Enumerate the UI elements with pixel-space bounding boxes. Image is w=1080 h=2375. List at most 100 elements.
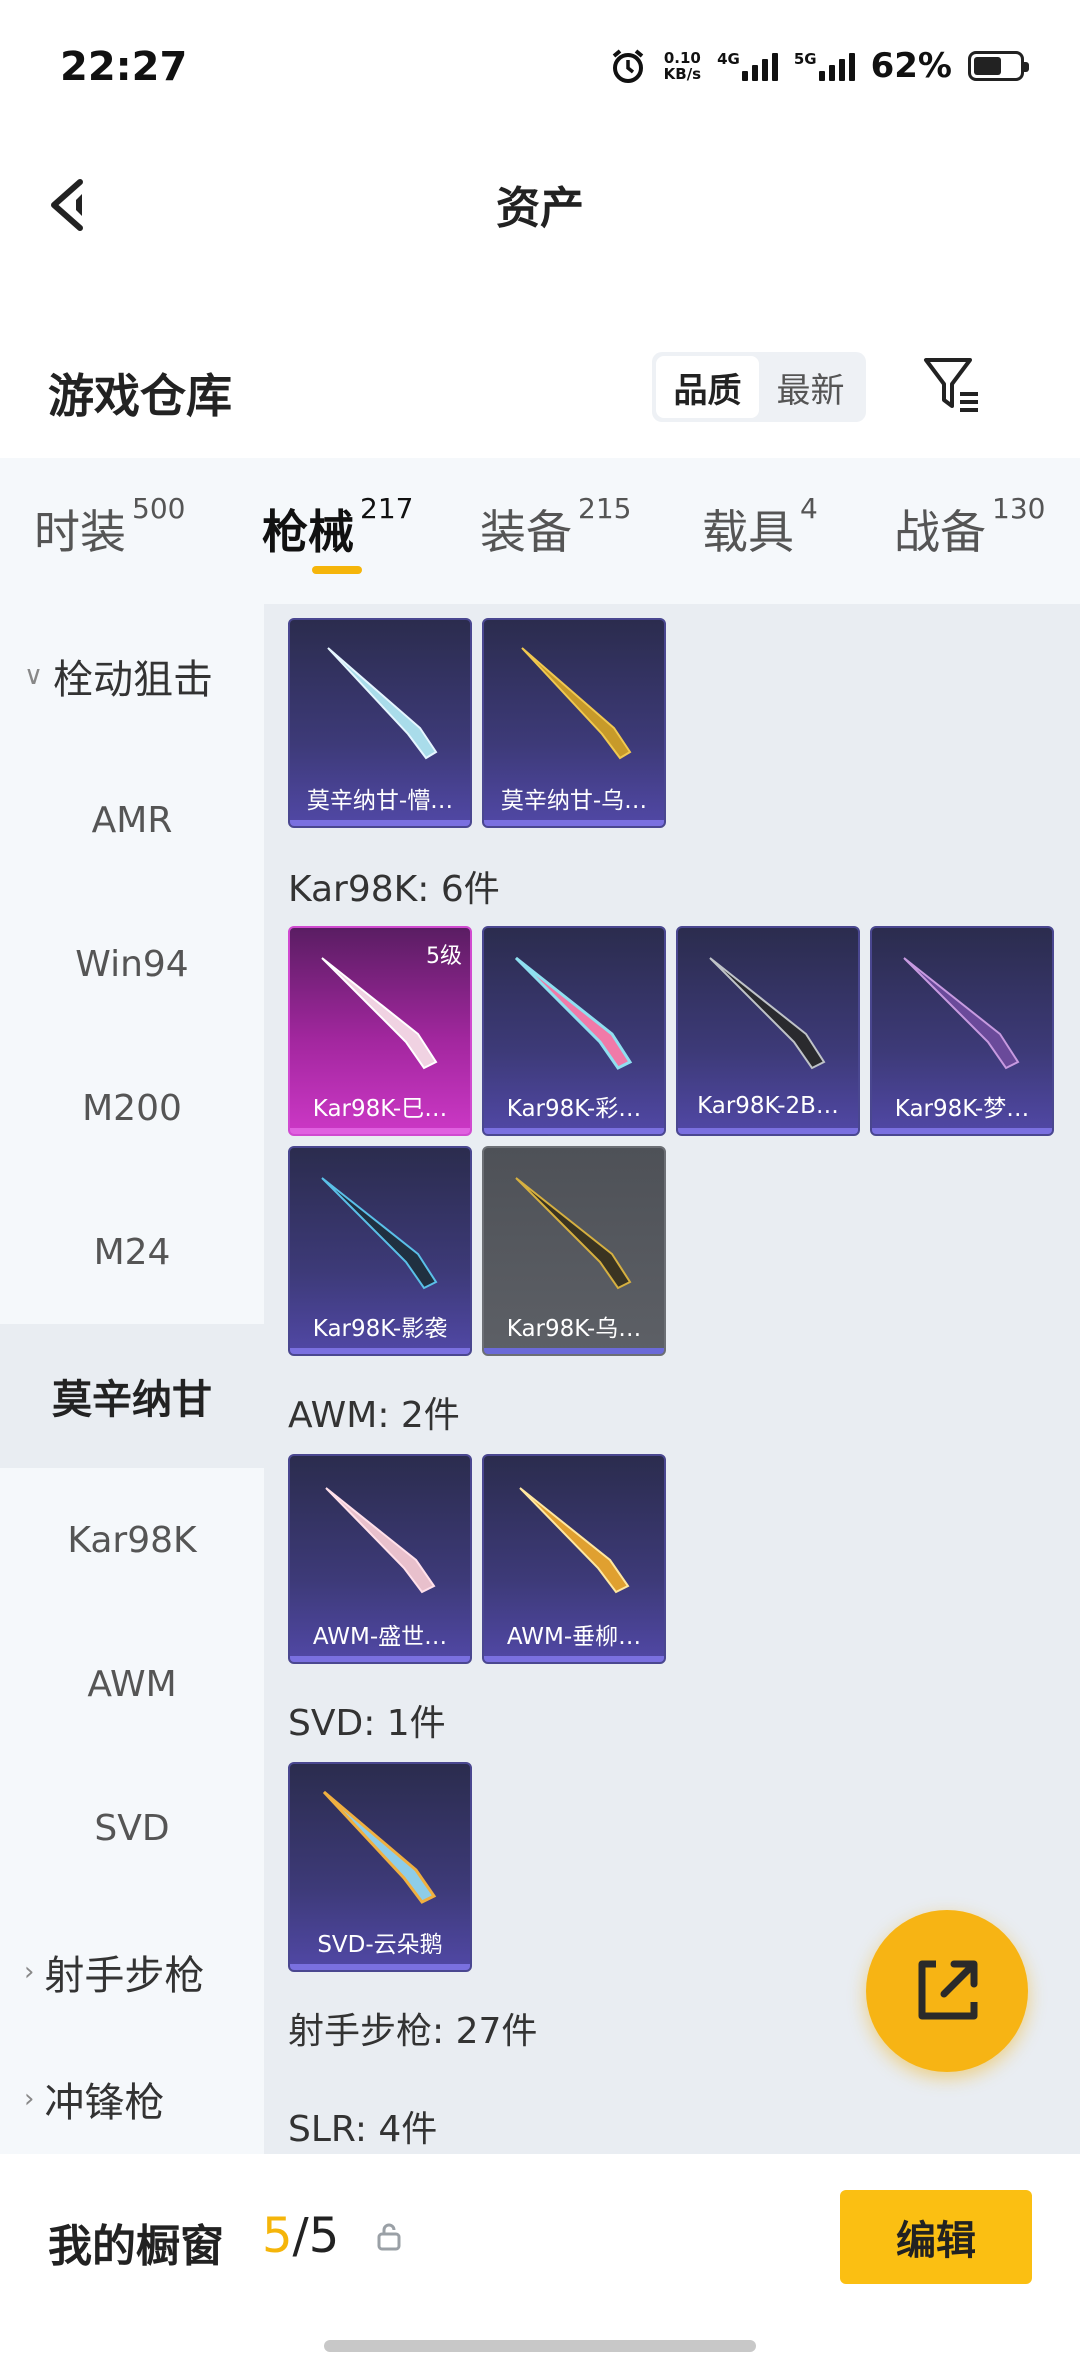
filter-icon bbox=[924, 358, 978, 412]
item-name: AWM-垂柳… bbox=[506, 1624, 642, 1650]
tab-vehicles[interactable]: 载具 4 bbox=[702, 492, 818, 562]
item-name: Kar98K-影袭 bbox=[312, 1316, 448, 1342]
alarm-icon bbox=[612, 49, 643, 83]
tab-count: 215 bbox=[578, 492, 632, 525]
sidebar-item-label: Kar98K bbox=[67, 1519, 197, 1561]
battery-percent: 62% bbox=[870, 46, 952, 86]
net-speed-unit: KB/s bbox=[663, 65, 702, 83]
battery-icon bbox=[968, 51, 1029, 81]
item-card[interactable]: Kar98K-2B… bbox=[676, 926, 860, 1136]
section-label-awm: AWM: 2件 bbox=[288, 1395, 460, 1436]
tab-count: 217 bbox=[360, 492, 414, 525]
tab-equipment[interactable]: 装备 215 bbox=[480, 492, 631, 562]
card-rarity-bar bbox=[484, 820, 664, 826]
tab-label: 战备 bbox=[894, 505, 986, 559]
sort-quality-button[interactable]: 品质 bbox=[656, 356, 759, 418]
showcase-title: 我的橱窗 bbox=[48, 2221, 224, 2272]
rifle-icon bbox=[521, 647, 632, 760]
rifle-icon bbox=[325, 1487, 436, 1594]
sidebar-group-bolt-action[interactable]: ∨ 栓动狙击 bbox=[0, 604, 264, 748]
tab-fashion[interactable]: 时装 500 bbox=[34, 492, 185, 562]
sidebar-item-awm[interactable]: AWM bbox=[0, 1612, 264, 1756]
item-name: Kar98K-巳… bbox=[312, 1096, 448, 1122]
sim1-label: 4G bbox=[717, 50, 740, 68]
sidebar-item-label: AWM bbox=[87, 1663, 177, 1705]
item-name: Kar98K-2B… bbox=[697, 1093, 839, 1119]
sidebar-group-smg[interactable]: › 冲锋枪 bbox=[0, 2044, 264, 2154]
card-rarity-bar bbox=[290, 1348, 470, 1354]
active-tab-indicator bbox=[312, 566, 362, 574]
tab-label: 时装 bbox=[34, 505, 126, 559]
item-card[interactable]: Kar98K-彩… bbox=[482, 926, 666, 1136]
item-card[interactable]: Kar98K-影袭 bbox=[288, 1146, 472, 1356]
sidebar-item-label: Win94 bbox=[75, 943, 189, 985]
section-label-kar98k: Kar98K: 6件 bbox=[288, 869, 500, 910]
section-label-svd: SVD: 1件 bbox=[288, 1703, 446, 1744]
item-card[interactable]: SVD-云朵鹅 bbox=[288, 1762, 472, 1972]
item-card[interactable]: 5级 Kar98K-巳… bbox=[288, 926, 472, 1136]
sidebar-item-amr[interactable]: AMR bbox=[0, 748, 264, 892]
item-card[interactable]: 莫辛纳甘-懵… bbox=[288, 618, 472, 828]
item-name: AWM-盛世… bbox=[312, 1624, 448, 1650]
sidebar-item-label: M200 bbox=[82, 1087, 182, 1129]
sim2-label: 5G bbox=[793, 50, 817, 68]
sidebar-item-label: 冲锋枪 bbox=[44, 2080, 165, 2126]
rifle-icon bbox=[322, 1790, 437, 1904]
sidebar-item-label: AMR bbox=[91, 799, 173, 841]
filter-button[interactable] bbox=[920, 354, 982, 416]
item-card[interactable]: AWM-盛世… bbox=[288, 1454, 472, 1664]
lock-icon bbox=[377, 2223, 401, 2251]
card-rarity-bar bbox=[290, 1964, 470, 1970]
status-time: 22:27 bbox=[60, 44, 188, 90]
rifle-icon bbox=[709, 957, 826, 1070]
sidebar-item-m24[interactable]: M24 bbox=[0, 1180, 264, 1324]
card-rarity-bar bbox=[484, 1656, 664, 1662]
showcase-count: 5/5 bbox=[262, 2208, 339, 2264]
item-name: Kar98K-梦… bbox=[894, 1096, 1030, 1122]
sidebar-item-label: 栓动狙击 bbox=[53, 657, 214, 703]
rifle-icon bbox=[519, 1487, 630, 1594]
sidebar-item-win94[interactable]: Win94 bbox=[0, 892, 264, 1036]
tab-label: 载具 bbox=[702, 505, 794, 559]
rifle-icon bbox=[327, 647, 438, 760]
sidebar-item-mosin[interactable]: 莫辛纳甘 bbox=[0, 1324, 264, 1468]
share-icon bbox=[918, 1960, 978, 2020]
rifle-icon bbox=[515, 1177, 632, 1290]
net-speed: 0.10 KB/s bbox=[664, 50, 701, 82]
sim2-bars-icon bbox=[818, 51, 855, 81]
sidebar-item-kar98k[interactable]: Kar98K bbox=[0, 1468, 264, 1612]
showcase-count-current: 5 bbox=[262, 2208, 293, 2264]
item-card[interactable]: AWM-垂柳… bbox=[482, 1454, 666, 1664]
status-right: 0.10 KB/s 4G 5G 62% bbox=[608, 46, 1029, 86]
level-badge: 5级 bbox=[426, 944, 462, 969]
sidebar-item-label: SVD bbox=[94, 1807, 170, 1849]
share-button[interactable] bbox=[866, 1910, 1028, 2072]
rifle-icon bbox=[321, 1177, 438, 1290]
page-title: 资产 bbox=[496, 183, 584, 234]
net-speed-value: 0.10 bbox=[663, 49, 701, 67]
showcase-count-separator: / bbox=[292, 2208, 309, 2264]
tab-guns[interactable]: 枪械 217 bbox=[262, 492, 413, 562]
sidebar-item-label: 射手步枪 bbox=[44, 1953, 205, 1999]
sim1-signal: 4G bbox=[717, 51, 778, 81]
tab-label: 枪械 bbox=[262, 505, 354, 559]
item-card[interactable]: Kar98K-乌… bbox=[482, 1146, 666, 1356]
tab-count: 130 bbox=[992, 492, 1046, 525]
item-name: Kar98K-彩… bbox=[506, 1096, 642, 1122]
item-card[interactable]: 莫辛纳甘-乌… bbox=[482, 618, 666, 828]
item-name: SVD-云朵鹅 bbox=[317, 1932, 443, 1958]
sidebar-item-m200[interactable]: M200 bbox=[0, 1036, 264, 1180]
rifle-icon bbox=[514, 956, 633, 1070]
section-label-slr: SLR: 4件 bbox=[288, 2109, 438, 2150]
sort-newest-button[interactable]: 最新 bbox=[759, 356, 862, 418]
item-card[interactable]: Kar98K-梦… bbox=[870, 926, 1054, 1136]
home-indicator[interactable] bbox=[324, 2340, 756, 2352]
card-rarity-bar bbox=[290, 820, 470, 826]
edit-button[interactable]: 编辑 bbox=[840, 2190, 1032, 2284]
sim2-signal: 5G bbox=[794, 51, 855, 81]
chevron-right-icon: › bbox=[24, 2084, 35, 2114]
card-rarity-bar bbox=[872, 1128, 1052, 1134]
sidebar-group-dmr[interactable]: › 射手步枪 bbox=[0, 1900, 264, 2044]
tab-supplies[interactable]: 战备 130 bbox=[894, 492, 1045, 562]
sidebar-item-svd[interactable]: SVD bbox=[0, 1756, 264, 1900]
